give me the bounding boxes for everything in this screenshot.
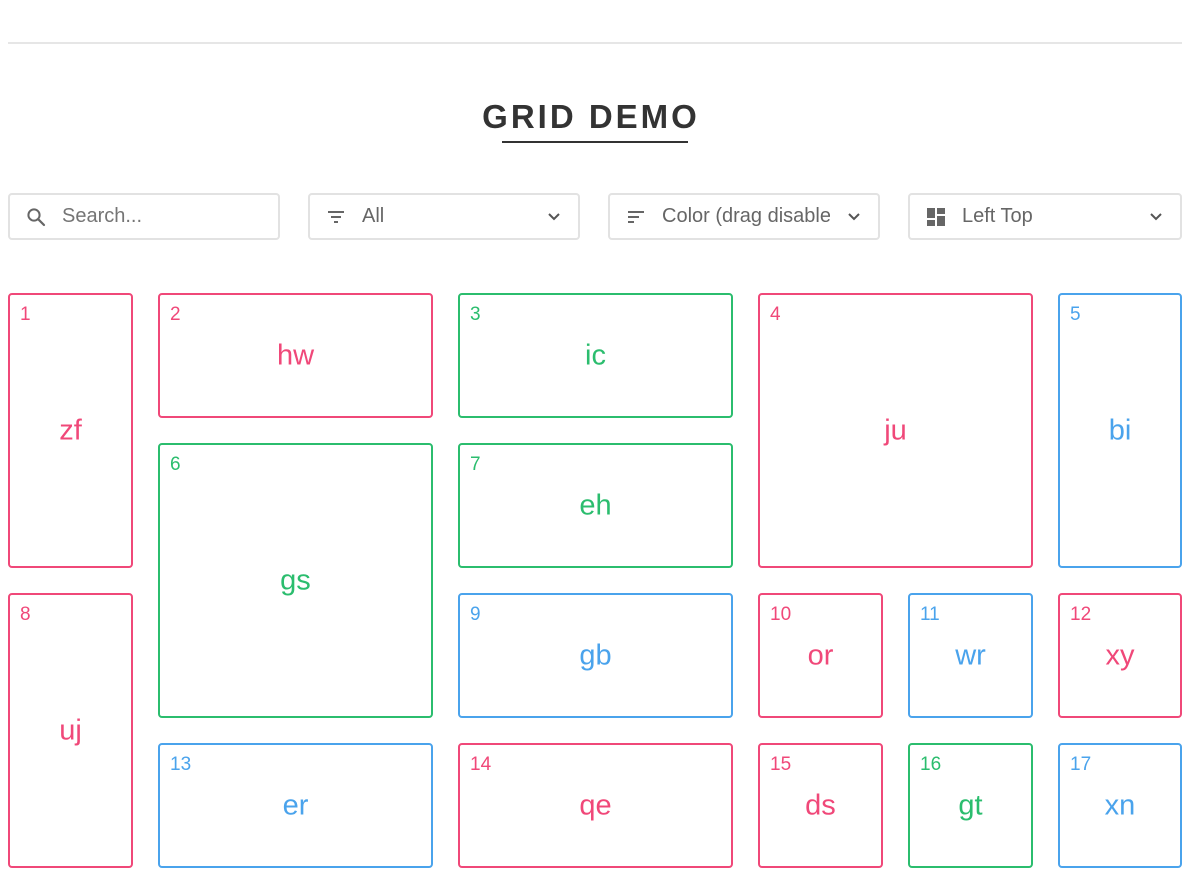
grid-item[interactable]: 14 qe — [458, 743, 733, 868]
chevron-down-icon — [1132, 212, 1180, 222]
grid-item-number: 11 — [920, 604, 940, 625]
search-input[interactable] — [62, 205, 327, 228]
grid-item-label: qe — [579, 789, 612, 821]
grid-item-number: 2 — [170, 304, 181, 325]
grid-item-label: gb — [579, 639, 612, 671]
grid-item-label: xy — [1105, 639, 1135, 671]
grid-item-number: 1 — [20, 304, 31, 325]
grid-item[interactable]: 2 hw — [158, 293, 433, 418]
grid-item-number: 8 — [20, 604, 31, 625]
grid-item[interactable]: 6 gs — [158, 443, 433, 718]
search-icon — [10, 207, 62, 227]
grid-item-label: eh — [579, 489, 612, 521]
grid-item-label: wr — [955, 639, 986, 671]
grid-item[interactable]: 4 ju — [758, 293, 1033, 568]
grid-item[interactable]: 10 or — [758, 593, 883, 718]
chevron-down-icon — [830, 212, 878, 222]
grid-item-label: zf — [59, 414, 82, 446]
grid-item-number: 7 — [470, 454, 481, 475]
grid-item[interactable]: 12 xy — [1058, 593, 1182, 718]
grid-item[interactable]: 3 ic — [458, 293, 733, 418]
sort-select[interactable]: Color (drag disabled) — [608, 193, 880, 240]
grid-item[interactable]: 1 zf — [8, 293, 133, 568]
grid-item-number: 15 — [770, 754, 792, 775]
grid-item-label: bi — [1108, 414, 1132, 446]
chevron-down-icon — [530, 212, 578, 222]
grid-item[interactable]: 9 gb — [458, 593, 733, 718]
grid-item-number: 12 — [1070, 604, 1092, 625]
grid-item[interactable]: 7 eh — [458, 443, 733, 568]
grid-item[interactable]: 16 gt — [908, 743, 1033, 868]
grid-item-label: or — [807, 639, 834, 671]
grid-item-label: ju — [884, 414, 907, 446]
grid-item-number: 16 — [920, 754, 942, 775]
title-underline — [502, 141, 688, 143]
grid-item-label: hw — [276, 339, 315, 371]
grid-item[interactable]: 11 wr — [908, 593, 1033, 718]
grid-item-number: 9 — [470, 604, 481, 625]
grid-item-label: ic — [585, 339, 606, 371]
grid-item-number: 5 — [1070, 304, 1081, 325]
grid-item-number: 4 — [770, 304, 781, 325]
grid-item-number: 3 — [470, 304, 481, 325]
grid-item-number: 6 — [170, 454, 181, 475]
grid-item[interactable]: 17 xn — [1058, 743, 1182, 868]
filter-select[interactable]: All — [308, 193, 580, 240]
grid-item-number: 13 — [170, 754, 192, 775]
grid-item[interactable]: 8 uj — [8, 593, 133, 868]
filter-value: All — [362, 205, 385, 227]
grid-item[interactable]: 5 bi — [1058, 293, 1182, 568]
layout-select[interactable]: Left Top — [908, 193, 1182, 240]
top-divider — [8, 42, 1182, 44]
sort-value: Color (drag disabled) — [662, 205, 830, 227]
layout-icon — [910, 207, 962, 227]
filter-icon — [310, 209, 362, 225]
grid-item-number: 17 — [1070, 754, 1092, 775]
grid-item-label: uj — [59, 714, 82, 746]
layout-value: Left Top — [962, 205, 1033, 227]
grid-item[interactable]: 13 er — [158, 743, 433, 868]
page-title: GRID DEMO — [482, 98, 700, 135]
grid-item-label: xn — [1104, 789, 1136, 821]
sort-icon — [610, 209, 662, 225]
grid-item[interactable]: 15 ds — [758, 743, 883, 868]
grid-item-label: ds — [805, 789, 836, 821]
grid-item-label: gt — [958, 789, 983, 821]
grid-item-number: 14 — [470, 754, 492, 775]
grid-item-number: 10 — [770, 604, 792, 625]
grid-item-label: er — [282, 789, 309, 821]
grid-item-label: gs — [280, 564, 311, 596]
search-field[interactable] — [8, 193, 327, 240]
